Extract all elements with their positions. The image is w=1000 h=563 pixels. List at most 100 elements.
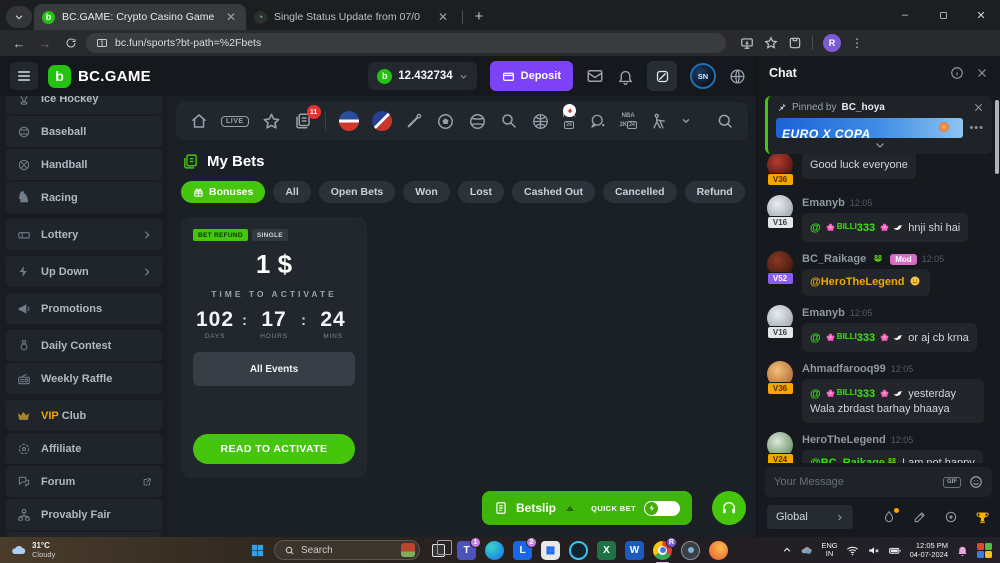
filter-chip-open-bets[interactable]: Open Bets — [319, 181, 396, 203]
notifications-bell-icon[interactable] — [617, 68, 634, 85]
sports-dropdown-chevron-icon[interactable] — [681, 116, 691, 126]
all-events-button[interactable]: All Events — [193, 352, 355, 386]
sports-search-icon[interactable] — [716, 112, 734, 130]
message-username[interactable]: HeroTheLegend — [802, 434, 886, 446]
chat-input[interactable]: Your Message GIF — [765, 467, 992, 497]
language-globe-icon[interactable] — [729, 68, 746, 85]
support-headphones-button[interactable] — [712, 491, 746, 525]
tab-close-icon[interactable]: ✕ — [224, 10, 238, 24]
filter-chip-cancelled[interactable]: Cancelled — [603, 181, 677, 203]
emoji-icon[interactable] — [969, 475, 983, 489]
send-to-device-icon[interactable] — [740, 36, 754, 50]
page-scrollbar[interactable] — [995, 100, 999, 174]
cricket-bat-icon[interactable] — [405, 112, 423, 130]
baseball-icon[interactable] — [468, 112, 487, 131]
chrome-app-icon[interactable]: R — [653, 541, 672, 560]
tab-close-icon[interactable]: ✕ — [436, 10, 450, 24]
language-indicator[interactable]: ENG IN — [821, 542, 837, 558]
quick-bet-toggle[interactable] — [644, 501, 680, 516]
task-view-button[interactable] — [429, 541, 448, 560]
pinned-banner-image[interactable]: EURO X COPA — [776, 118, 963, 138]
store-app-icon[interactable]: ▦ — [541, 541, 560, 560]
sidebar-item-vip-club[interactable]: VIP Club — [6, 400, 162, 431]
taskbar-clock[interactable]: 12:05 PM 04-07-2024 — [910, 541, 948, 559]
favorites-star-icon[interactable] — [262, 112, 281, 131]
filter-chip-cashed-out[interactable]: Cashed Out — [512, 181, 595, 203]
nba2k-icon[interactable]: NBA2K24 — [620, 113, 637, 129]
messages-icon[interactable] — [586, 67, 604, 85]
message-username[interactable]: BC_Raikage — [802, 253, 866, 265]
pinned-expand-icon[interactable] — [776, 139, 984, 151]
sidebar-item-racing[interactable]: ♞ Racing — [6, 182, 162, 213]
soccer-icon[interactable] — [436, 112, 455, 131]
sidebar-item-promotions[interactable]: Promotions — [6, 293, 162, 324]
window-close-button[interactable]: ✕ — [962, 0, 1000, 30]
filter-chip-bonuses[interactable]: Bonuses — [181, 181, 265, 203]
sidebar-item-ice-hockey[interactable]: Ice Hockey — [6, 96, 162, 114]
sidebar-item-forum[interactable]: Forum — [6, 466, 162, 497]
address-bar[interactable]: bc.fun/sports?bt-path=%2Fbets — [86, 33, 726, 53]
rain-rewards-icon[interactable] — [882, 510, 896, 524]
alexa-app-icon[interactable] — [569, 541, 588, 560]
message-username[interactable]: Emanyb — [802, 307, 845, 319]
deposit-button[interactable]: Deposit — [490, 61, 573, 91]
sidebar-item-up-down[interactable]: Up Down — [6, 256, 162, 287]
volume-muted-icon[interactable] — [867, 544, 880, 557]
sidebar-item-baseball[interactable]: Baseball — [6, 116, 162, 147]
battery-icon[interactable] — [888, 544, 902, 557]
message-username[interactable]: Ahmadfarooq99 — [802, 363, 886, 375]
user-avatar[interactable]: SN — [690, 63, 716, 89]
site-info-icon[interactable] — [96, 37, 108, 49]
chat-info-icon[interactable] — [950, 66, 964, 80]
home-nav-icon[interactable] — [190, 112, 208, 130]
filter-chip-won[interactable]: Won — [403, 181, 450, 203]
mlb-league-icon[interactable] — [339, 111, 359, 131]
counter-strike-icon[interactable] — [650, 112, 668, 130]
sidebar-item-provably-fair[interactable]: Provably Fair — [6, 499, 162, 530]
filter-chip-all[interactable]: All — [273, 181, 310, 203]
chat-channel-selector[interactable]: Global — [767, 505, 853, 529]
bookmark-star-icon[interactable] — [764, 36, 778, 50]
browser-tab[interactable]: ◔ Single Status Update from 07/0 ✕ — [246, 4, 458, 30]
extensions-icon[interactable] — [788, 36, 802, 50]
app-l-icon[interactable]: L2 — [513, 541, 532, 560]
wifi-icon[interactable] — [846, 544, 859, 557]
window-maximize-button[interactable] — [924, 0, 962, 30]
teams-app-icon[interactable]: T1 — [457, 541, 476, 560]
new-tab-button[interactable]: + — [467, 4, 491, 28]
read-to-activate-button[interactable]: READ TO ACTIVATE — [193, 434, 355, 464]
window-minimize-button[interactable]: – — [886, 0, 924, 30]
onedrive-icon[interactable] — [800, 544, 813, 557]
message-username[interactable]: Emanyb — [802, 197, 845, 209]
betslip-bar[interactable]: Betslip QUICK BET — [482, 491, 692, 525]
taskbar-search[interactable]: Search — [274, 540, 420, 560]
start-button[interactable] — [250, 543, 265, 558]
settings-app-icon[interactable] — [681, 541, 700, 560]
browser-tab[interactable]: b BC.GAME: Crypto Casino Game ✕ — [34, 4, 246, 30]
filter-chip-lost[interactable]: Lost — [458, 181, 504, 203]
sidebar-item-lottery[interactable]: Lottery — [6, 219, 162, 250]
tab-search-button[interactable] — [6, 6, 32, 28]
reload-button[interactable] — [60, 32, 82, 54]
sidebar-item-weekly-raffle[interactable]: Weekly Raffle — [6, 363, 162, 394]
firefox-app-icon[interactable] — [709, 541, 728, 560]
browser-menu-icon[interactable]: ⋮ — [851, 36, 863, 50]
tennis-icon[interactable] — [500, 112, 518, 130]
fifa-icon[interactable]: FIFA24 — [563, 113, 576, 129]
forward-button[interactable]: → — [34, 32, 56, 54]
coin-drop-icon[interactable] — [944, 510, 958, 524]
sidebar-item-daily-contest[interactable]: Daily Contest — [6, 330, 162, 361]
filter-chip-refund[interactable]: Refund — [685, 181, 745, 203]
basketball-icon[interactable] — [531, 112, 550, 131]
table-tennis-icon[interactable] — [589, 112, 607, 130]
brand-logo[interactable]: b BC.GAME — [48, 65, 151, 88]
notifications-tray-bell-icon[interactable] — [956, 544, 969, 557]
back-button[interactable]: ← — [8, 32, 30, 54]
pinned-more-icon[interactable]: ••• — [969, 122, 984, 134]
chat-toggle-button[interactable] — [647, 61, 677, 91]
edge-app-icon[interactable] — [485, 541, 504, 560]
sidebar-item-handball[interactable]: Handball — [6, 149, 162, 180]
my-bets-nav-icon[interactable]: 11 — [294, 112, 312, 130]
pinned-close-icon[interactable] — [973, 102, 984, 113]
sidebar-toggle-button[interactable] — [10, 62, 38, 90]
